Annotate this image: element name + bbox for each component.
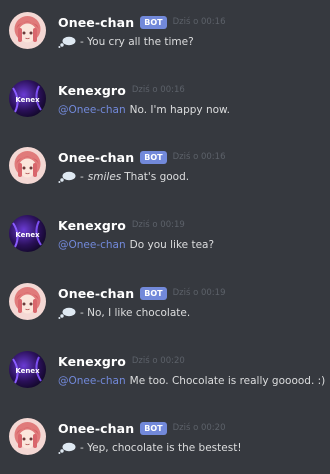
- timestamp[interactable]: Dziś o 00:16: [132, 85, 185, 95]
- message-content: @Onee-chan Do you like tea?: [58, 236, 214, 254]
- bot-badge: BOT: [140, 286, 167, 300]
- onee-chan-avatar[interactable]: [9, 12, 46, 49]
- timestamp[interactable]: Dziś o 00:20: [173, 423, 226, 433]
- message-text: Do you like tea?: [129, 239, 215, 251]
- timestamp[interactable]: Dziś o 00:19: [173, 288, 226, 298]
- thought-balloon-icon: [58, 442, 76, 454]
- onee-chan-avatar[interactable]: [9, 418, 46, 455]
- svg-text:Kenex: Kenex: [15, 367, 40, 375]
- message-content: @Onee-chan No. I'm happy now.: [58, 101, 230, 119]
- message-header: Kenexgro Dziś o 00:16: [58, 80, 185, 100]
- message-content: - smiles That's good.: [58, 168, 189, 186]
- onee-chan-avatar[interactable]: [9, 283, 46, 320]
- message-text: - You cry all the time?: [80, 36, 194, 48]
- bot-badge: BOT: [140, 15, 167, 29]
- message-prefix: -: [80, 171, 84, 183]
- onee-chan-avatar[interactable]: [9, 147, 46, 184]
- user-mention[interactable]: @Onee-chan: [58, 104, 126, 116]
- user-mention[interactable]: @Onee-chan: [58, 239, 126, 251]
- message-header: Onee-chan BOT Dziś o 00:16: [58, 12, 225, 32]
- message: Kenex Kenexgro Dziś o 00:16 @Onee-chan N…: [0, 80, 330, 136]
- author-name[interactable]: Onee-chan: [58, 421, 134, 436]
- message-content: - Yep, chocolate is the bestest!: [58, 439, 242, 457]
- user-mention[interactable]: @Onee-chan: [58, 375, 126, 387]
- message-header: Onee-chan BOT Dziś o 00:20: [58, 418, 225, 438]
- author-name[interactable]: Kenexgro: [58, 218, 126, 233]
- kenexgro-avatar[interactable]: Kenex: [9, 215, 46, 252]
- author-name[interactable]: Kenexgro: [58, 83, 126, 98]
- bot-badge: BOT: [140, 150, 167, 164]
- timestamp[interactable]: Dziś o 00:16: [173, 152, 226, 162]
- author-name[interactable]: Onee-chan: [58, 150, 134, 165]
- message: Onee-chan BOT Dziś o 00:16 - You cry all…: [0, 12, 330, 68]
- message: Onee-chan BOT Dziś o 00:20 - Yep, chocol…: [0, 418, 330, 474]
- message-text: - No, I like chocolate.: [80, 307, 191, 319]
- message-text: That's good.: [124, 171, 190, 183]
- message: Kenex Kenexgro Dziś o 00:20 @Onee-chan M…: [0, 351, 330, 407]
- message-text: - Yep, chocolate is the bestest!: [80, 442, 242, 454]
- thought-balloon-icon: [58, 307, 76, 319]
- author-name[interactable]: Onee-chan: [58, 15, 134, 30]
- author-name[interactable]: Onee-chan: [58, 286, 134, 301]
- message-content: - No, I like chocolate.: [58, 304, 190, 322]
- message: Kenex Kenexgro Dziś o 00:19 @Onee-chan D…: [0, 215, 330, 271]
- kenexgro-avatar[interactable]: Kenex: [9, 80, 46, 117]
- message: Onee-chan BOT Dziś o 00:19 - No, I like …: [0, 283, 330, 339]
- message-content: - You cry all the time?: [58, 33, 194, 51]
- svg-text:Kenex: Kenex: [15, 96, 40, 104]
- message-text: Me too. Chocolate is really gooood. :): [129, 375, 326, 387]
- author-name[interactable]: Kenexgro: [58, 354, 126, 369]
- kenexgro-avatar[interactable]: Kenex: [9, 351, 46, 388]
- message: Onee-chan BOT Dziś o 00:16 - smiles That…: [0, 147, 330, 203]
- message-text: No. I'm happy now.: [129, 104, 230, 116]
- thought-balloon-icon: [58, 171, 76, 183]
- svg-text:Kenex: Kenex: [15, 231, 40, 239]
- timestamp[interactable]: Dziś o 00:20: [132, 356, 185, 366]
- message-header: Onee-chan BOT Dziś o 00:19: [58, 283, 225, 303]
- bot-badge: BOT: [140, 421, 167, 435]
- message-header: Kenexgro Dziś o 00:19: [58, 215, 185, 235]
- thought-balloon-icon: [58, 36, 76, 48]
- message-content: @Onee-chan Me too. Chocolate is really g…: [58, 372, 325, 390]
- timestamp[interactable]: Dziś o 00:19: [132, 220, 185, 230]
- timestamp[interactable]: Dziś o 00:16: [173, 17, 226, 27]
- message-header: Onee-chan BOT Dziś o 00:16: [58, 147, 225, 167]
- message-italic-text: smiles: [87, 171, 122, 183]
- message-header: Kenexgro Dziś o 00:20: [58, 351, 185, 371]
